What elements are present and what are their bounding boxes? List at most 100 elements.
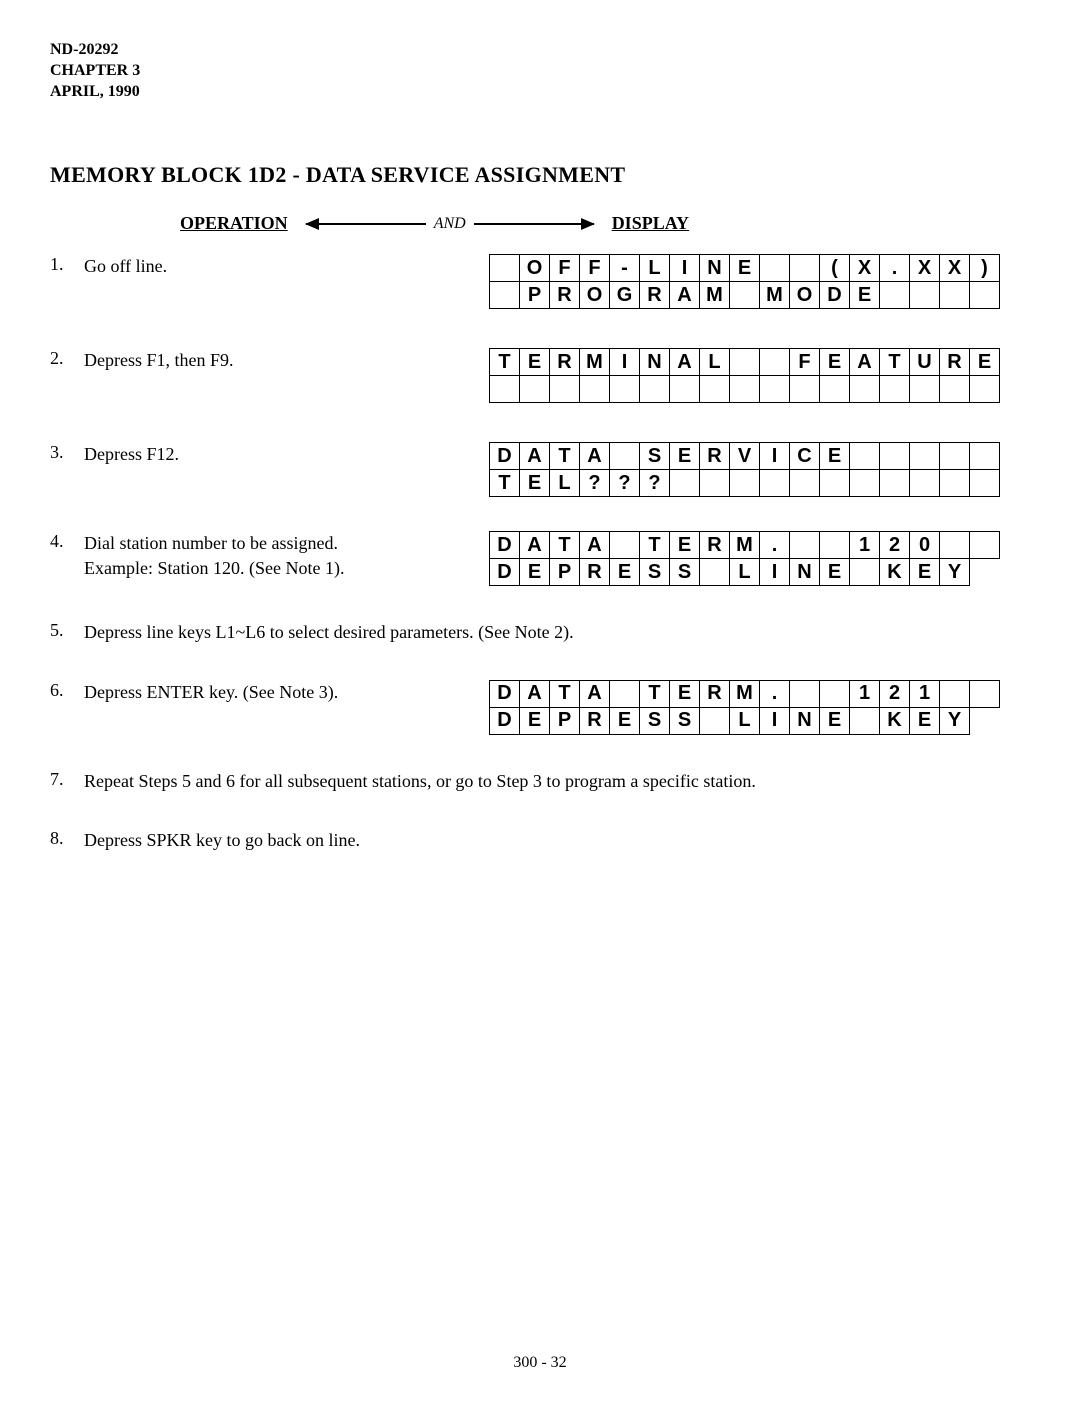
grid-cell: G (609, 281, 640, 309)
step-8-text: Depress SPKR key to go back on line. (84, 828, 1030, 853)
grid-cell: T (549, 442, 580, 470)
grid-cell (789, 531, 820, 559)
grid-cell: E (819, 348, 850, 376)
grid-cell: E (519, 558, 550, 586)
grid-cell: I (759, 558, 790, 586)
grid-cell: ) (969, 254, 1000, 282)
grid-cell: L (729, 558, 760, 586)
grid-cell: A (519, 680, 550, 708)
grid-cell (909, 375, 940, 403)
grid-row: DATATERM.120 (489, 531, 1000, 559)
grid-cell: E (519, 348, 550, 376)
grid-cell: M (729, 680, 760, 708)
chapter: CHAPTER 3 (50, 61, 1030, 82)
grid-cell (849, 442, 880, 470)
grid-cell: R (699, 442, 730, 470)
grid-row: DEPRESSLINEKEY (489, 708, 1000, 735)
grid-cell (969, 531, 1000, 559)
grid-cell: X (909, 254, 940, 282)
grid-cell (489, 281, 520, 309)
grid-cell (789, 680, 820, 708)
grid-cell: A (669, 348, 700, 376)
grid-cell: 1 (849, 680, 880, 708)
step-3-text: Depress F12. (84, 442, 489, 466)
grid-cell: A (519, 531, 550, 559)
grid-cell: 1 (909, 680, 940, 708)
grid-cell: D (819, 281, 850, 309)
grid-cell: A (579, 531, 610, 559)
grid-cell: ? (609, 469, 640, 497)
grid-cell: M (699, 281, 730, 309)
grid-cell (609, 531, 640, 559)
grid-cell: E (519, 469, 550, 497)
grid-cell: E (819, 558, 850, 586)
grid-row (489, 376, 1000, 403)
grid-cell (519, 375, 550, 403)
grid-cell: O (519, 254, 550, 282)
grid-cell: F (549, 254, 580, 282)
page-number: 300 - 32 (0, 1354, 1080, 1372)
step-6-text: Depress ENTER key. (See Note 3). (84, 680, 489, 704)
step-2: Depress F1, then F9. TERMINALFEATURE (50, 348, 1030, 408)
grid-cell: E (909, 558, 940, 586)
grid-cell: F (579, 254, 610, 282)
grid-cell (879, 469, 910, 497)
grid-cell: ? (579, 469, 610, 497)
grid-cell (759, 469, 790, 497)
grid-cell (759, 375, 790, 403)
grid-cell (699, 375, 730, 403)
grid-cell (789, 375, 820, 403)
step-7: Repeat Steps 5 and 6 for all subsequent … (50, 769, 1030, 794)
grid-cell (909, 469, 940, 497)
grid-cell: R (579, 707, 610, 735)
grid-cell: . (759, 531, 790, 559)
grid-row: DATASERVICE (489, 442, 1000, 470)
grid-cell: E (669, 442, 700, 470)
grid-cell: R (699, 531, 730, 559)
grid-cell (609, 375, 640, 403)
step-6-display: DATATERM.121DEPRESSLINEKEY (489, 680, 1000, 735)
grid-cell: E (669, 680, 700, 708)
grid-cell: ? (639, 469, 670, 497)
and-label: AND (434, 215, 466, 233)
grid-cell (729, 375, 760, 403)
grid-cell: O (579, 281, 610, 309)
grid-cell: E (819, 707, 850, 735)
step-5: Depress line keys L1~L6 to select desire… (50, 620, 1030, 645)
grid-cell: R (549, 281, 580, 309)
grid-cell (969, 680, 1000, 708)
grid-cell: I (609, 348, 640, 376)
grid-cell (489, 254, 520, 282)
grid-cell: 1 (849, 531, 880, 559)
grid-cell: E (609, 707, 640, 735)
grid-cell: I (759, 707, 790, 735)
grid-cell: M (759, 281, 790, 309)
grid-cell (939, 531, 970, 559)
grid-cell (729, 469, 760, 497)
grid-cell: P (549, 558, 580, 586)
step-4-text-1: Dial station number to be assigned. (84, 531, 469, 555)
grid-cell: 2 (879, 680, 910, 708)
grid-cell (969, 442, 1000, 470)
step-2-text: Depress F1, then F9. (84, 348, 489, 372)
step-3: Depress F12. DATASERVICETEL??? (50, 442, 1030, 497)
grid-cell (849, 375, 880, 403)
grid-cell (699, 707, 730, 735)
step-2-display: TERMINALFEATURE (489, 348, 1000, 403)
step-4: Dial station number to be assigned. Exam… (50, 531, 1030, 586)
grid-cell (699, 558, 730, 586)
grid-row: DATATERM.121 (489, 680, 1000, 708)
step-3-display: DATASERVICETEL??? (489, 442, 1000, 497)
grid-cell (669, 375, 700, 403)
display-label: DISPLAY (612, 213, 689, 234)
grid-cell: L (729, 707, 760, 735)
grid-cell: S (639, 707, 670, 735)
step-1: Go off line. OFF-LINE(X.XX)PROGRAMMODE (50, 254, 1030, 314)
date: APRIL, 1990 (50, 82, 1030, 103)
grid-cell (609, 442, 640, 470)
grid-cell (819, 531, 850, 559)
step-7-text: Repeat Steps 5 and 6 for all subsequent … (84, 769, 1030, 794)
grid-cell: L (699, 348, 730, 376)
grid-cell: Y (939, 558, 970, 586)
grid-cell: E (669, 531, 700, 559)
